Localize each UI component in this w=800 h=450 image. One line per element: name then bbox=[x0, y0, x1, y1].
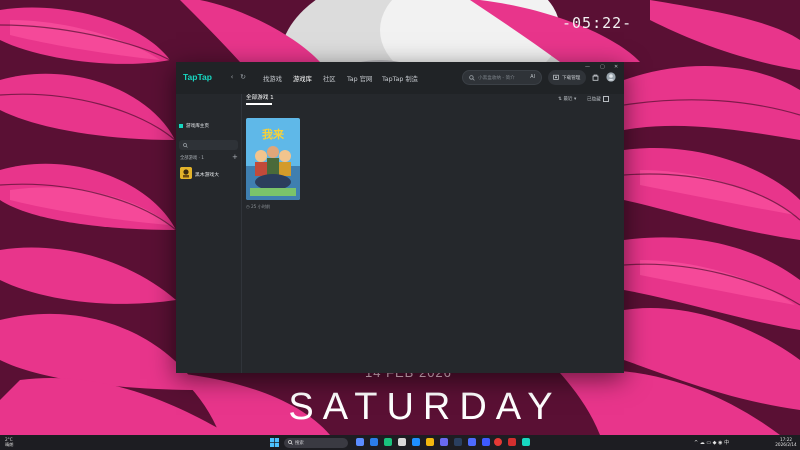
download-icon bbox=[553, 74, 559, 80]
desktop-clock: -05:22- bbox=[562, 14, 633, 32]
sidebar-all-games-header[interactable]: 全部游戏 · 1 bbox=[180, 155, 204, 161]
close-icon[interactable]: ✕ bbox=[614, 64, 618, 70]
maximize-icon[interactable]: ▢ bbox=[600, 64, 605, 70]
system-tray[interactable]: ^ ☁ ▭ ◆ ◉ 中 bbox=[694, 439, 729, 446]
nav-taptap-maker[interactable]: TapTap 制造 bbox=[382, 74, 418, 83]
app-icon[interactable] bbox=[398, 438, 406, 446]
nav-tap-official[interactable]: Tap 官网 bbox=[347, 74, 372, 83]
app-icon-2[interactable] bbox=[440, 438, 448, 446]
tab-all-games[interactable]: 全部游戏 1 bbox=[246, 93, 274, 101]
library-home-icon bbox=[179, 124, 183, 128]
taptap-window: TapTap ‹ ↻ 找游戏 游戏库 社区 Tap 官网 TapTap 制造 小… bbox=[176, 62, 624, 373]
app-icon-5[interactable] bbox=[494, 438, 502, 446]
desktop-day-name: SATURDAY bbox=[288, 386, 562, 428]
sidebar-item-library-home[interactable]: 游戏库主页 bbox=[186, 123, 209, 129]
search-input[interactable]: 小黑盒收纳 - 简介 AI bbox=[462, 70, 542, 85]
store-icon[interactable] bbox=[592, 74, 599, 81]
steam-icon[interactable] bbox=[454, 438, 462, 446]
game-card[interactable]: 我来 bbox=[246, 118, 300, 200]
search-icon bbox=[469, 75, 475, 81]
search-icon bbox=[288, 440, 293, 445]
title-bar: TapTap ‹ ↻ 找游戏 游戏库 社区 Tap 官网 TapTap 制造 小… bbox=[176, 62, 624, 94]
game-icon bbox=[180, 167, 192, 179]
filter-icon: ⇅ bbox=[558, 97, 562, 102]
nav-game-library[interactable]: 游戏库 bbox=[293, 74, 312, 83]
add-icon[interactable]: + bbox=[232, 153, 238, 161]
game-card-playtime: ◷ 25 小时前 bbox=[246, 204, 271, 209]
sidebar: 游戏库主页 全部游戏 · 1 + 黑木游戏大 bbox=[176, 94, 242, 373]
hidden-toggle[interactable]: 已隐藏 bbox=[587, 96, 609, 103]
back-icon[interactable]: ‹ bbox=[228, 73, 236, 81]
weather-widget[interactable]: 2°C 晴朗 bbox=[5, 437, 13, 447]
edge-icon[interactable] bbox=[412, 438, 420, 446]
nav-community[interactable]: 社区 bbox=[323, 74, 336, 83]
sort-dropdown[interactable]: ⇅ 最近 ▾ bbox=[558, 96, 576, 102]
sidebar-game-item[interactable]: 黑木游戏大 bbox=[180, 167, 238, 180]
wechat-icon[interactable] bbox=[384, 438, 392, 446]
download-manager-button[interactable]: 下载管理 bbox=[548, 70, 586, 85]
refresh-icon[interactable]: ↻ bbox=[239, 73, 247, 81]
app-icon-3[interactable] bbox=[468, 438, 476, 446]
taptap-logo[interactable]: TapTap bbox=[183, 72, 212, 82]
taskbar-search-placeholder: 搜索 bbox=[295, 441, 304, 446]
search-icon bbox=[183, 142, 188, 148]
task-view-icon[interactable] bbox=[356, 438, 364, 446]
taskbar-search[interactable]: 搜索 bbox=[284, 437, 348, 448]
taskbar-clock[interactable]: 17:22 2026/2/14 bbox=[775, 437, 797, 447]
file-explorer-icon[interactable] bbox=[426, 438, 434, 446]
windows-start-icon[interactable] bbox=[270, 438, 279, 447]
taptap-taskbar-icon[interactable] bbox=[522, 438, 530, 446]
sort-label: 最近 ▾ bbox=[563, 97, 577, 102]
nav-find-games[interactable]: 找游戏 bbox=[263, 74, 282, 83]
avatar[interactable] bbox=[606, 72, 616, 82]
ai-button[interactable]: AI bbox=[530, 75, 535, 80]
weather-condition: 晴朗 bbox=[5, 442, 14, 447]
taskbar: 2°C 晴朗 搜索 ^ ☁ ▭ ◆ ◉ 中 17:22 2026/2/14 bbox=[0, 435, 800, 450]
game-card-title: 我来 bbox=[262, 127, 285, 141]
download-manager-label: 下载管理 bbox=[562, 75, 581, 81]
sidebar-search-input[interactable] bbox=[179, 140, 238, 150]
hidden-label: 已隐藏 bbox=[587, 97, 601, 103]
hidden-checkbox[interactable] bbox=[602, 96, 609, 102]
tab-underline bbox=[246, 103, 272, 105]
taskbar-date: 2026/2/14 bbox=[775, 441, 797, 447]
search-placeholder: 小黑盒收纳 - 简介 bbox=[478, 76, 515, 81]
app-icon-4[interactable] bbox=[482, 438, 490, 446]
browser-icon[interactable] bbox=[370, 438, 378, 446]
app-icon-6[interactable] bbox=[508, 438, 516, 446]
minimize-icon[interactable]: — bbox=[585, 64, 590, 70]
sidebar-game-name: 黑木游戏大 bbox=[195, 172, 219, 178]
